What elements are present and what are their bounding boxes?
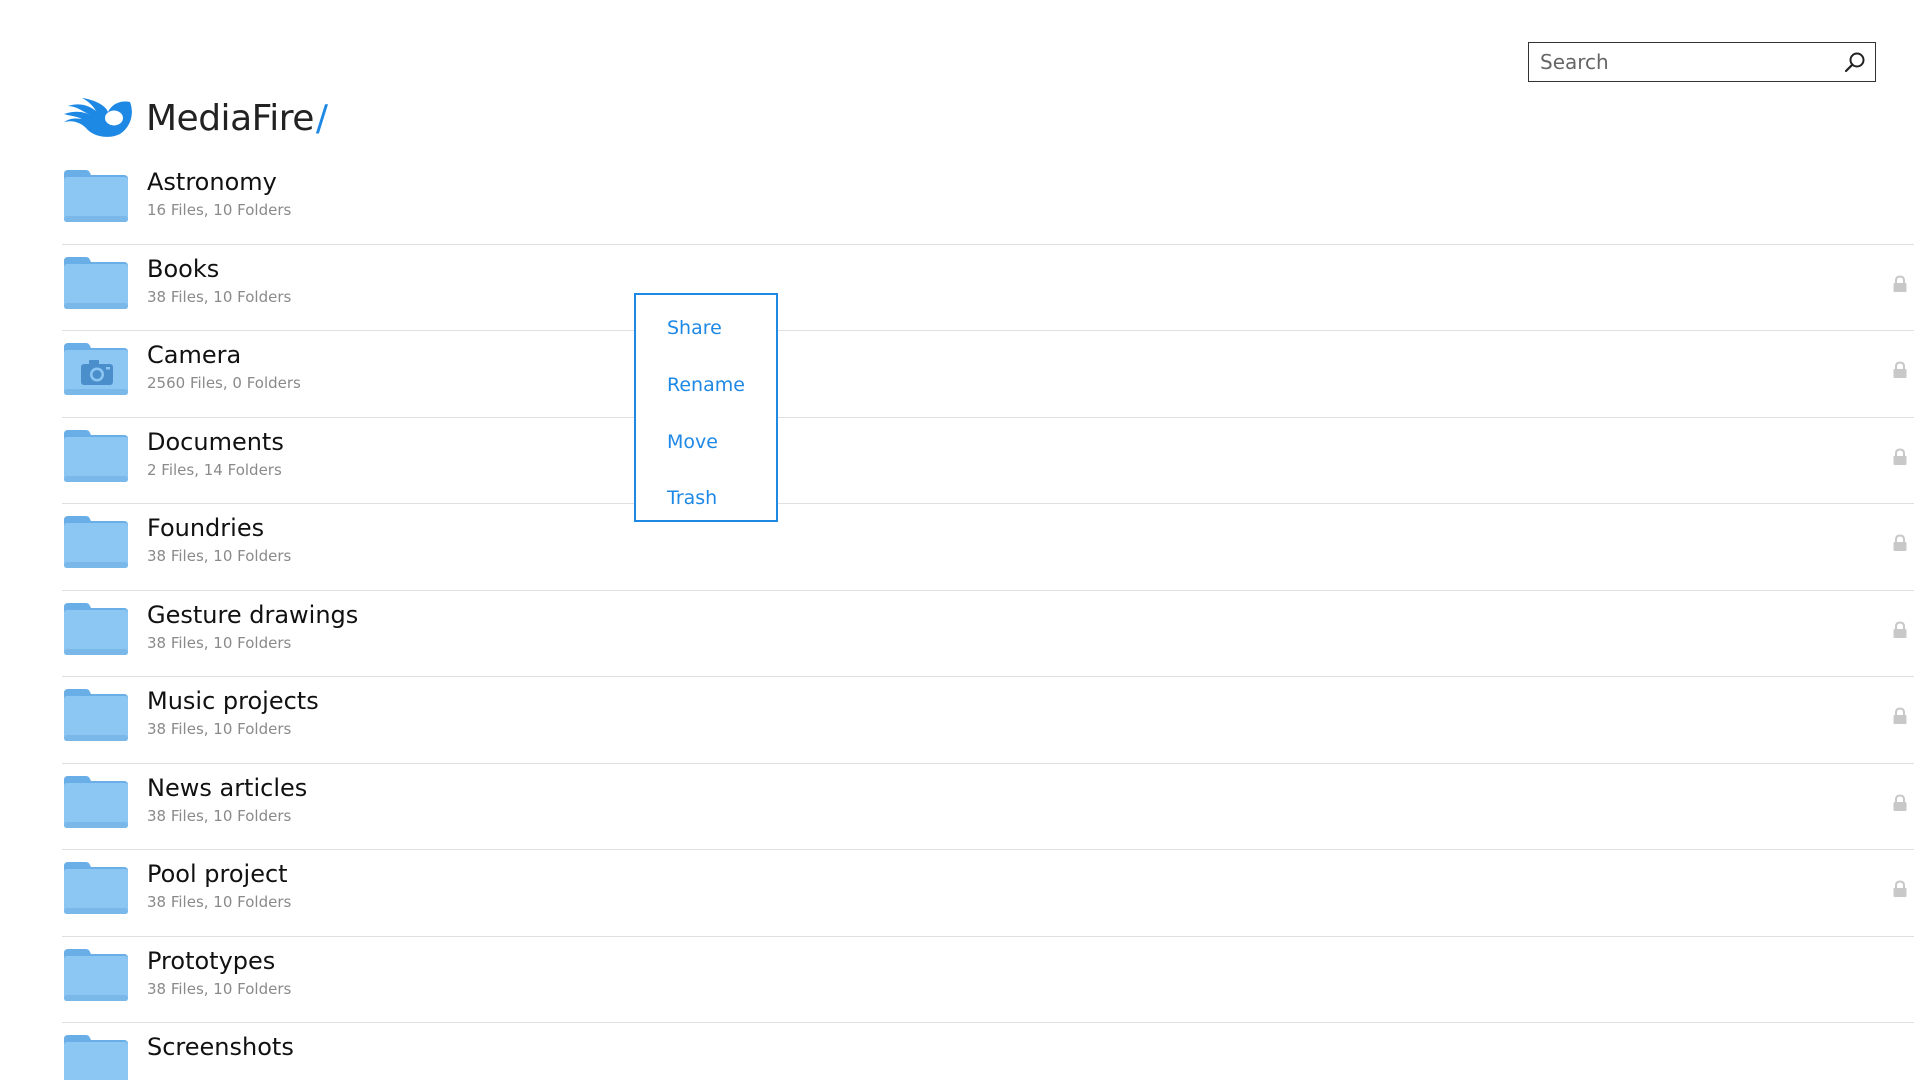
folder-row[interactable]: Screenshots [62,1023,1914,1080]
lock-icon [1892,447,1908,466]
lock-icon [1892,274,1908,293]
folder-meta: 38 Files, 10 Folders [147,806,292,825]
lock-icon [1892,534,1908,552]
folder-meta: 2 Files, 14 Folders [147,460,282,479]
folder-meta: 38 Files, 10 Folders [147,893,292,911]
menu-item-move[interactable]: Move [667,431,718,453]
app-header: MediaFire / [62,94,328,142]
folder-meta: 2560 Files, 0 Folders [147,374,301,392]
search-box [1528,42,1876,82]
folder-row[interactable]: News articles 38 Files, 10 Folders [62,764,1914,850]
folder-meta: 16 Files, 10 Folders [147,201,292,219]
lock-icon [1892,707,1908,725]
folder-meta: 38 Files, 10 Folders [147,547,292,565]
folder-name: Books [147,254,220,283]
folder-row[interactable]: Astronomy 16 Files, 10 Folders [62,158,1914,245]
folder-row[interactable]: Music projects 38 Files, 10 Folders [62,677,1914,764]
folder-name: Camera [147,341,242,369]
camera-folder-icon [62,337,130,397]
folder-row[interactable]: Camera 2560 Files, 0 Folders [62,331,1914,418]
folder-icon [62,856,130,916]
folder-list: Astronomy 16 Files, 10 Folders Books 38 Fil… [62,158,1914,1080]
folder-name: Music projects [147,687,319,715]
lock-icon [1892,793,1908,812]
folder-row[interactable]: Books 38 Files, 10 Folders [62,245,1914,331]
folder-row[interactable]: Gesture drawings 38 Files, 10 Folders [62,591,1914,677]
folder-name: Documents [147,427,284,456]
app-title: MediaFire [146,97,314,139]
folder-name: Prototypes [147,946,276,975]
search-input[interactable] [1529,43,1829,80]
context-menu: Share Rename Move Trash [634,293,778,522]
menu-item-rename[interactable]: Rename [667,374,745,396]
folder-icon [62,770,130,830]
folder-name: Screenshots [147,1033,294,1061]
mediafire-flame-logo-icon [64,98,132,137]
search-icon[interactable] [1843,50,1867,74]
folder-meta: 38 Files, 10 Folders [147,633,292,652]
lock-icon [1892,880,1908,898]
folder-icon [62,251,130,311]
folder-row[interactable]: Documents 2 Files, 14 Folders [62,418,1914,504]
folder-icon [62,424,130,484]
folder-meta: 38 Files, 10 Folders [147,979,292,998]
folder-row[interactable]: Pool project 38 Files, 10 Folders [62,850,1914,937]
menu-item-share[interactable]: Share [667,317,722,339]
folder-name: Astronomy [147,168,277,196]
folder-meta: 38 Files, 10 Folders [147,720,292,738]
folder-name: Gesture drawings [147,600,359,629]
lock-icon [1892,620,1908,639]
breadcrumb-separator[interactable]: / [316,98,328,139]
folder-row[interactable]: Foundries 38 Files, 10 Folders [62,504,1914,591]
mediafire-app: MediaFire / Astronomy 16 Files, 10 Folder… [0,0,1920,1080]
folder-icon [62,1029,130,1080]
folder-meta: 38 Files, 10 Folders [147,287,292,306]
lock-icon [1892,361,1908,379]
folder-icon [62,683,130,743]
folder-name: Foundries [147,514,265,542]
folder-icon [62,943,130,1003]
folder-name: News articles [147,773,308,802]
folder-row[interactable]: Prototypes 38 Files, 10 Folders [62,937,1914,1023]
menu-item-trash[interactable]: Trash [667,487,717,509]
folder-name: Pool project [147,860,288,888]
folder-icon [62,510,130,570]
folder-icon [62,597,130,657]
folder-icon [62,164,130,224]
